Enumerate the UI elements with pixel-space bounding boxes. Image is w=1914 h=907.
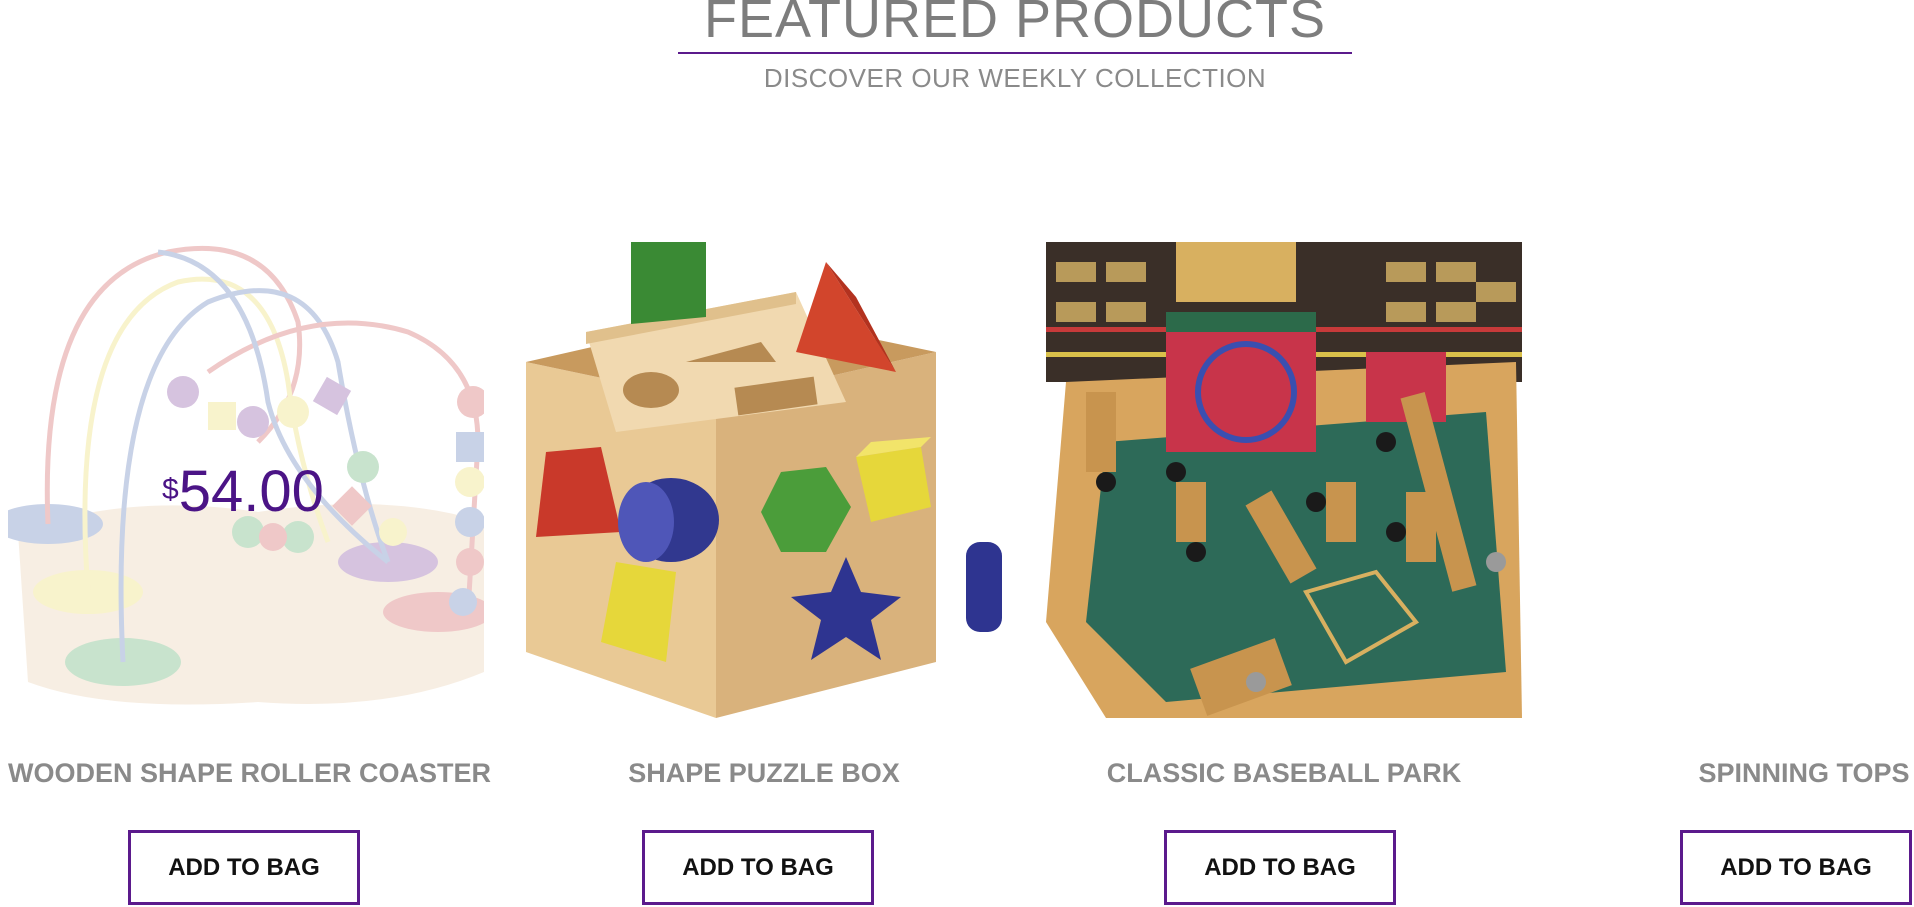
add-to-bag-button[interactable]: ADD TO BAG [128, 830, 360, 905]
product-price: $54.00 [162, 462, 324, 522]
product-image-link[interactable] [526, 242, 1002, 718]
product-name[interactable]: CLASSIC BASEBALL PARK [1046, 756, 1522, 790]
product-name[interactable]: SPINNING TOPS [1566, 756, 1914, 790]
pinball-baseball-game-image [1046, 242, 1522, 718]
add-to-bag-button[interactable]: ADD TO BAG [642, 830, 874, 905]
price-amount: 54.00 [178, 459, 324, 524]
add-to-bag-button[interactable]: ADD TO BAG [1164, 830, 1396, 905]
price-currency: $ [162, 473, 179, 506]
add-to-bag-button[interactable]: ADD TO BAG [1680, 830, 1912, 905]
product-image-link[interactable] [1046, 242, 1522, 718]
featured-products-page: FEATURED PRODUCTS DISCOVER OUR WEEKLY CO… [0, 0, 1914, 907]
section-title: FEATURED PRODUCTS [678, 0, 1352, 54]
product-name[interactable]: WOODEN SHAPE ROLLER COASTER [8, 756, 491, 790]
section-subtitle: DISCOVER OUR WEEKLY COLLECTION [763, 63, 1267, 93]
product-name[interactable]: SHAPE PUZZLE BOX [526, 756, 1002, 790]
product-image-link[interactable]: $54.00 [8, 242, 484, 718]
shape-sorter-cube-image [526, 242, 1002, 718]
